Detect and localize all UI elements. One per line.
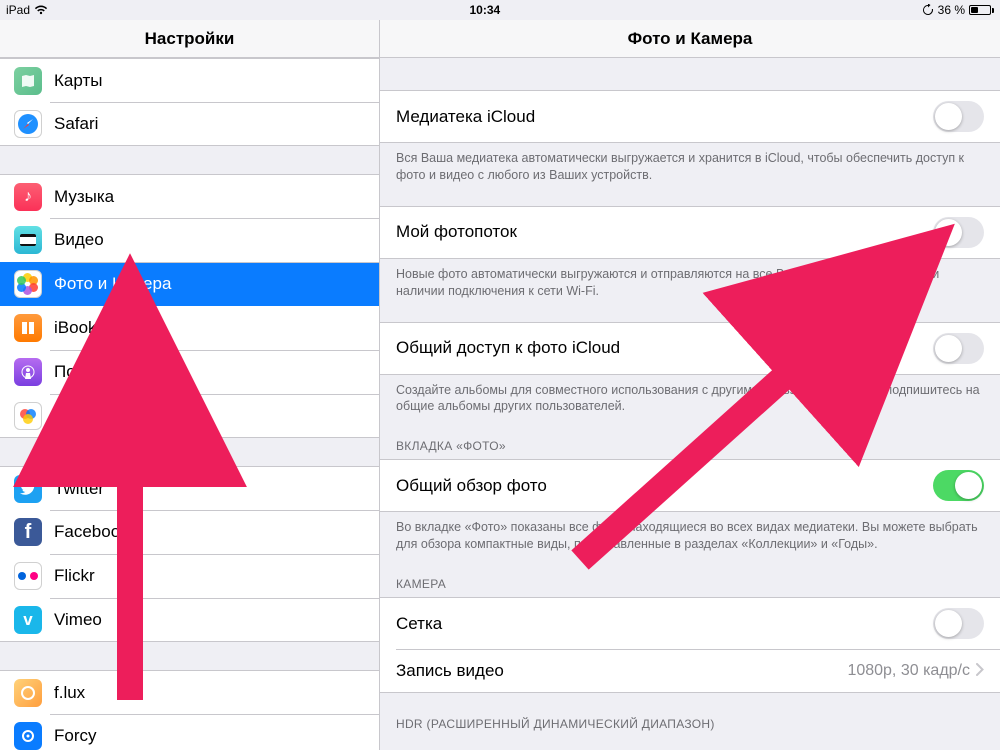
twitter-icon	[14, 475, 42, 503]
row-label: Мой фотопоток	[396, 222, 933, 242]
row-record-video[interactable]: Запись видео 1080p, 30 кадр/с	[380, 649, 1000, 693]
battery-text: 36 %	[938, 3, 965, 17]
sidebar-item-label: Twitter	[54, 479, 104, 499]
sidebar-item-safari[interactable]: Safari	[0, 102, 379, 146]
row-value: 1080p, 30 кадр/с	[847, 662, 970, 680]
row-photo-stream[interactable]: Мой фотопоток	[380, 206, 1000, 259]
sidebar-item-label: Карты	[54, 71, 102, 91]
sidebar-item-ibooks[interactable]: iBooks	[0, 306, 379, 350]
settings-sidebar: Настройки Карты Safari ♪ Музыка	[0, 20, 380, 750]
vimeo-icon: v	[14, 606, 42, 634]
section-header-tab: ВКЛАДКА «ФОТО»	[380, 415, 1000, 459]
row-icloud-sharing[interactable]: Общий доступ к фото iCloud	[380, 322, 1000, 375]
sidebar-item-maps[interactable]: Карты	[0, 58, 379, 102]
detail-title: Фото и Камера	[380, 20, 1000, 58]
section-header-hdr: HDR (РАСШИРЕННЫЙ ДИНАМИЧЕСКИЙ ДИАПАЗОН)	[380, 693, 1000, 737]
flickr-icon	[14, 562, 42, 590]
row-label: Общий обзор фото	[396, 476, 933, 496]
row-label: Сетка	[396, 614, 933, 634]
sidebar-item-label: Safari	[54, 114, 98, 134]
switch-grid[interactable]	[933, 608, 984, 639]
row-label: Запись видео	[396, 661, 847, 681]
chevron-right-icon	[976, 661, 984, 681]
wifi-icon	[34, 5, 48, 15]
sidebar-item-label: Game Center	[54, 406, 156, 426]
sidebar-item-podcasts[interactable]: Подкасты	[0, 350, 379, 394]
switch-photo-stream[interactable]	[933, 217, 984, 248]
row-label: Медиатека iCloud	[396, 107, 933, 127]
row-label: Общий доступ к фото iCloud	[396, 338, 933, 358]
footnote-overview: Во вкладке «Фото» показаны все фото, нах…	[380, 512, 1000, 553]
device-label: iPad	[6, 3, 30, 17]
row-overview[interactable]: Общий обзор фото	[380, 459, 1000, 512]
sidebar-item-label: iBooks	[54, 318, 105, 338]
photos-icon	[14, 270, 42, 298]
sidebar-item-label: Vimeo	[54, 610, 102, 630]
sidebar-list[interactable]: Карты Safari ♪ Музыка Видео	[0, 58, 379, 750]
maps-icon	[14, 67, 42, 95]
switch-icloud-library[interactable]	[933, 101, 984, 132]
sidebar-item-photos[interactable]: Фото и Камера	[0, 262, 379, 306]
sidebar-title: Настройки	[0, 20, 379, 58]
ibooks-icon	[14, 314, 42, 342]
sidebar-item-label: Фото и Камера	[54, 274, 171, 294]
switch-icloud-sharing[interactable]	[933, 333, 984, 364]
battery-icon	[969, 5, 994, 15]
podcasts-icon	[14, 358, 42, 386]
status-bar: iPad 10:34 36 %	[0, 0, 1000, 20]
footnote-photo-stream: Новые фото автоматически выгружаются и о…	[380, 259, 1000, 300]
sidebar-item-label: Facebook	[54, 522, 129, 542]
sidebar-item-twitter[interactable]: Twitter	[0, 466, 379, 510]
sidebar-item-music[interactable]: ♪ Музыка	[0, 174, 379, 218]
sidebar-item-label: Музыка	[54, 187, 114, 207]
sidebar-item-label: Видео	[54, 230, 104, 250]
gamecenter-icon	[14, 402, 42, 430]
row-icloud-library[interactable]: Медиатека iCloud	[380, 90, 1000, 143]
sidebar-item-forcy[interactable]: Forcy	[0, 714, 379, 750]
footnote-icloud-sharing: Создайте альбомы для совместного использ…	[380, 375, 1000, 416]
music-icon: ♪	[14, 183, 42, 211]
detail-pane: Фото и Камера Медиатека iCloud Вся Ваша …	[380, 20, 1000, 750]
sidebar-item-gamecenter[interactable]: Game Center	[0, 394, 379, 438]
facebook-icon: f	[14, 518, 42, 546]
sidebar-item-flux[interactable]: f.lux	[0, 670, 379, 714]
sidebar-item-label: Flickr	[54, 566, 95, 586]
sidebar-item-label: Подкасты	[54, 362, 131, 382]
sidebar-item-label: f.lux	[54, 683, 85, 703]
flux-icon	[14, 679, 42, 707]
forcy-icon	[14, 722, 42, 750]
sidebar-item-label: Forcy	[54, 726, 97, 746]
video-icon	[14, 226, 42, 254]
clock: 10:34	[48, 3, 922, 17]
detail-scroll[interactable]: Медиатека iCloud Вся Ваша медиатека авто…	[380, 58, 1000, 750]
section-header-camera: КАМЕРА	[380, 553, 1000, 597]
sidebar-item-flickr[interactable]: Flickr	[0, 554, 379, 598]
sync-icon	[922, 4, 934, 16]
sidebar-item-vimeo[interactable]: v Vimeo	[0, 598, 379, 642]
sidebar-item-facebook[interactable]: f Facebook	[0, 510, 379, 554]
footnote-icloud-library: Вся Ваша медиатека автоматически выгружа…	[380, 143, 1000, 184]
row-grid[interactable]: Сетка	[380, 597, 1000, 649]
sidebar-item-video[interactable]: Видео	[0, 218, 379, 262]
safari-icon	[14, 110, 42, 138]
switch-overview[interactable]	[933, 470, 984, 501]
